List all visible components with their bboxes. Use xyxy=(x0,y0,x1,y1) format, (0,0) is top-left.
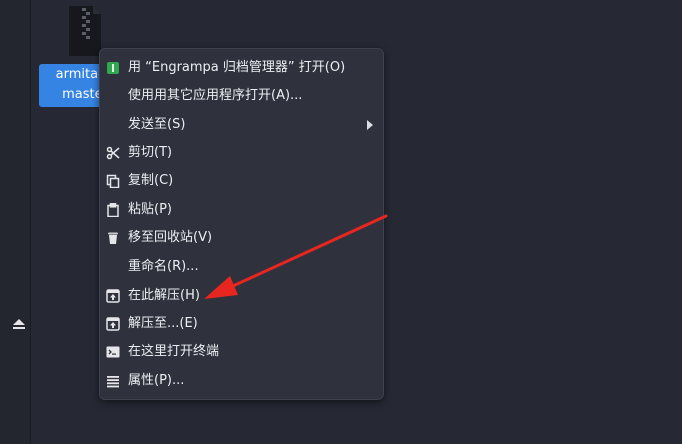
menu-item-label: 重命名(R)... xyxy=(128,259,199,274)
menu-item-label: 解压至...(E) xyxy=(128,316,198,331)
archive-file-icon xyxy=(69,6,101,56)
menu-item-send-to[interactable]: 发送至(S) xyxy=(100,112,383,138)
menu-item-label: 粘贴(P) xyxy=(128,202,172,217)
menu-item-copy[interactable]: 复制(C) xyxy=(100,168,383,194)
menu-item-extract-here[interactable]: 在此解压(H) xyxy=(100,283,383,309)
menu-item-open-with-other[interactable]: 使用用其它应用程序打开(A)... xyxy=(100,83,383,109)
menu-item-label: 属性(P)... xyxy=(128,373,185,388)
engrampa-app-icon xyxy=(106,61,120,75)
menu-item-label: 发送至(S) xyxy=(128,117,186,132)
menu-item-rename[interactable]: 重命名(R)... xyxy=(100,254,383,280)
menu-item-label: 用 “Engrampa 归档管理器” 打开(O) xyxy=(128,60,346,75)
menu-item-label: 在此解压(H) xyxy=(128,288,200,303)
context-menu: 用 “Engrampa 归档管理器” 打开(O) 使用用其它应用程序打开(A).… xyxy=(99,48,384,400)
menu-item-properties[interactable]: 属性(P)... xyxy=(100,368,383,394)
menu-item-label: 在这里打开终端 xyxy=(128,344,220,359)
menu-item-open-with-engrampa[interactable]: 用 “Engrampa 归档管理器” 打开(O) xyxy=(100,55,383,81)
menu-item-paste[interactable]: 粘贴(P) xyxy=(100,197,383,223)
copy-icon xyxy=(106,174,120,188)
menu-item-label: 复制(C) xyxy=(128,173,174,188)
properties-icon xyxy=(106,374,120,388)
menu-item-label: 移至回收站(V) xyxy=(128,230,213,245)
terminal-icon xyxy=(106,345,120,359)
trash-icon xyxy=(106,231,120,245)
menu-item-extract-to[interactable]: 解压至...(E) xyxy=(100,311,383,337)
clipboard-icon xyxy=(106,203,120,217)
side-pane xyxy=(0,0,31,444)
menu-item-label: 使用用其它应用程序打开(A)... xyxy=(128,88,303,103)
extract-here-icon xyxy=(106,289,120,303)
menu-item-open-terminal[interactable]: 在这里打开终端 xyxy=(100,339,383,365)
eject-icon[interactable] xyxy=(12,317,26,331)
menu-item-move-to-trash[interactable]: 移至回收站(V) xyxy=(100,225,383,251)
submenu-arrow-icon xyxy=(367,120,373,130)
scissors-icon xyxy=(106,146,120,160)
extract-to-icon xyxy=(106,317,120,331)
menu-item-label: 剪切(T) xyxy=(128,145,173,160)
menu-item-cut[interactable]: 剪切(T) xyxy=(100,140,383,166)
